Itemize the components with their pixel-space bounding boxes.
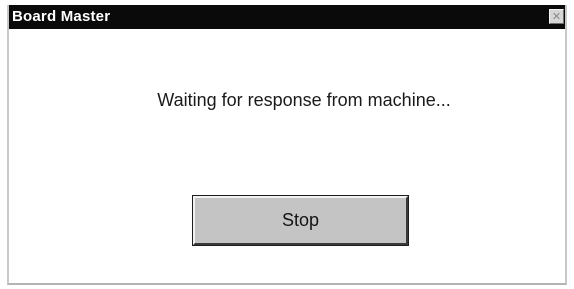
status-message: Waiting for response from machine...: [157, 90, 451, 110]
title-bar[interactable]: Board Master ✕: [9, 5, 565, 29]
stop-button[interactable]: Stop: [192, 195, 409, 246]
window-title: Board Master: [12, 8, 111, 25]
dialog-window: Board Master ✕ Waiting for response from…: [7, 5, 567, 285]
close-icon[interactable]: ✕: [549, 9, 564, 24]
